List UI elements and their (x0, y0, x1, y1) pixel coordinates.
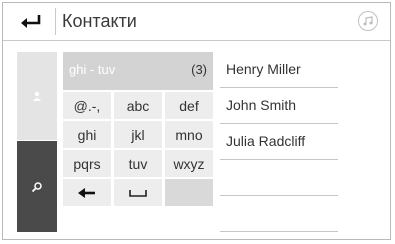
result-count: (3) (191, 62, 207, 77)
key-blank (165, 179, 213, 206)
key-mno[interactable]: mno (165, 121, 213, 148)
page-title: Контакти (62, 11, 137, 31)
back-button[interactable] (9, 8, 51, 34)
letter-keypad: ghi - tuv (3) @.-, abc def ghi jkl mno p… (63, 52, 213, 233)
music-button[interactable] (358, 11, 378, 31)
key-pqrs[interactable]: pqrs (63, 150, 111, 177)
key-wxyz[interactable]: wxyz (165, 150, 213, 177)
contact-row[interactable]: John Smith (220, 88, 338, 124)
space-button[interactable] (114, 179, 162, 206)
key-symbols[interactable]: @.-, (63, 92, 111, 119)
key-def[interactable]: def (165, 92, 213, 119)
backspace-button[interactable] (63, 179, 111, 206)
key-tuv[interactable]: tuv (114, 150, 162, 177)
search-icon (31, 181, 42, 192)
header-bar: Контакти (3, 3, 390, 41)
person-icon (33, 91, 41, 101)
tab-search[interactable] (17, 141, 57, 232)
contact-row-empty (220, 160, 338, 196)
contact-row[interactable]: Julia Radcliff (220, 124, 338, 160)
search-field[interactable]: ghi - tuv (3) (63, 52, 213, 90)
music-note-icon (363, 16, 373, 26)
key-abc[interactable]: abc (114, 92, 162, 119)
contact-row-empty (220, 196, 338, 232)
back-arrow-icon (21, 15, 41, 28)
space-bar-icon (129, 189, 147, 197)
key-jkl[interactable]: jkl (114, 121, 162, 148)
contact-list: Henry Miller John Smith Julia Radcliff (220, 52, 338, 233)
contact-name: Henry Miller (226, 61, 301, 77)
contact-name: John Smith (226, 97, 297, 113)
side-tabs (17, 52, 57, 232)
header-divider (55, 8, 56, 35)
backspace-arrow-icon (78, 187, 95, 198)
search-query: ghi - tuv (69, 62, 116, 77)
contact-name: Julia Radcliff (226, 133, 306, 149)
tab-contacts[interactable] (17, 52, 57, 140)
contact-row[interactable]: Henry Miller (220, 52, 338, 88)
key-ghi[interactable]: ghi (63, 121, 111, 148)
